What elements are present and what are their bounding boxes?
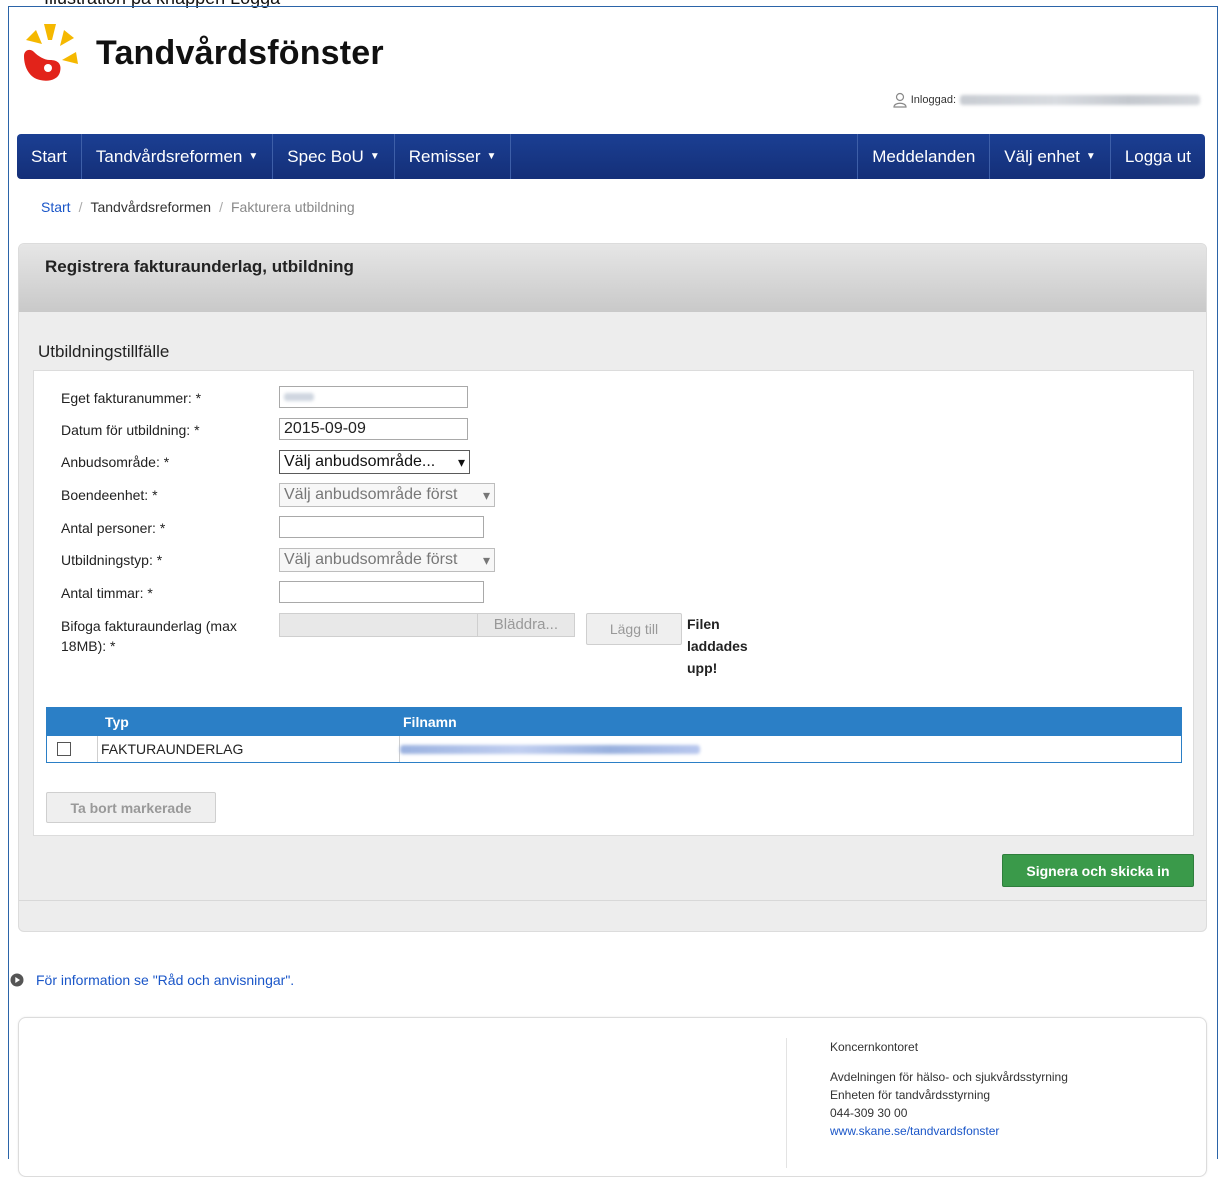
housing-select[interactable]: Välj anbudsområde först ▾	[279, 483, 495, 507]
area-label: Anbudsområde: *	[61, 454, 170, 470]
nav-spacer	[511, 134, 859, 179]
browse-button[interactable]: Bläddra...	[476, 614, 574, 636]
caret-down-icon: ▼	[1085, 151, 1096, 162]
nav-start-label: Start	[31, 146, 67, 166]
breadcrumb-start-link[interactable]: Start	[41, 199, 71, 215]
housing-label: Boendeenhet: *	[61, 487, 158, 503]
hours-label: Antal timmar: *	[61, 585, 153, 601]
footer-line2: Enheten för tandvårdsstyrning	[830, 1088, 991, 1102]
info-link[interactable]: För information se "Råd och anvisningar"…	[36, 972, 294, 988]
nav-logga-ut-label: Logga ut	[1124, 146, 1191, 166]
nav-logga-ut[interactable]: Logga ut	[1111, 134, 1205, 179]
footer-line1: Avdelningen för hälso- och sjukvårdsstyr…	[830, 1070, 1068, 1084]
nav-meddelanden-label: Meddelanden	[872, 146, 976, 166]
logged-in-label: Inloggad:	[910, 94, 956, 106]
breadcrumb: Start / Tandvårdsreformen / Fakturera ut…	[41, 199, 355, 215]
nav-valj-enhet-label: Välj enhet	[1004, 146, 1080, 166]
footer-link[interactable]: www.skane.se/tandvardsfonster	[830, 1122, 1068, 1140]
logged-in-info: Inloggad:	[893, 92, 1200, 108]
nav-remisser-label: Remisser	[408, 146, 481, 166]
footer-divider	[786, 1038, 787, 1168]
caret-down-icon: ▼	[369, 151, 380, 162]
housing-select-value: Välj anbudsområde först	[284, 486, 458, 503]
invoice-panel: Registrera fakturaunderlag, utbildning U…	[18, 243, 1207, 932]
file-table-col-type: Typ	[105, 714, 129, 730]
nav-meddelanden[interactable]: Meddelanden	[858, 134, 991, 179]
logged-in-user-redacted	[960, 95, 1200, 105]
upload-message: Filen laddades upp!	[687, 616, 748, 676]
persons-label: Antal personer: *	[61, 520, 166, 536]
file-table-col-filename: Filnamn	[403, 714, 457, 730]
breadcrumb-separator: /	[78, 199, 83, 215]
footer-contact: Koncernkontoret Avdelningen för hälso- o…	[830, 1038, 1068, 1140]
play-circle-icon	[10, 973, 24, 987]
add-file-button[interactable]: Lägg till	[586, 613, 682, 645]
row-filename-cell	[399, 736, 700, 762]
file-table-header: Typ Filnamn	[47, 708, 1181, 736]
nav-valj-enhet[interactable]: Välj enhet ▼	[990, 134, 1111, 179]
table-row: FAKTURAUNDERLAG	[47, 736, 1181, 762]
area-select-value: Välj anbudsområde...	[284, 453, 436, 470]
chevron-down-icon: ▾	[482, 487, 490, 503]
section-title: Utbildningstillfälle	[38, 342, 170, 361]
row-checkbox[interactable]	[57, 742, 71, 756]
training-type-label: Utbildningstyp: *	[61, 552, 163, 568]
nav-tandvardsreformen-label: Tandvårdsreformen	[95, 146, 243, 166]
invoice-number-label: Eget fakturanummer: *	[61, 390, 202, 406]
nav-remisser[interactable]: Remisser ▼	[395, 134, 512, 179]
caret-down-icon: ▼	[248, 151, 259, 162]
remove-marked-button[interactable]: Ta bort markerade	[46, 792, 216, 823]
training-type-select[interactable]: Välj anbudsområde först ▾	[279, 548, 495, 572]
footer: Koncernkontoret Avdelningen för hälso- o…	[18, 1017, 1207, 1177]
hours-input[interactable]	[279, 581, 484, 603]
file-input[interactable]: Bläddra...	[279, 613, 575, 637]
area-select[interactable]: Välj anbudsområde... ▾	[279, 450, 470, 474]
nav-spec-bou-label: Spec BoU	[287, 146, 364, 166]
row-type: FAKTURAUNDERLAG	[97, 736, 399, 762]
info-link-row[interactable]: För information se "Råd och anvisningar"…	[10, 972, 294, 988]
breadcrumb-section[interactable]: Tandvårdsreformen	[90, 199, 211, 215]
form-box: Eget fakturanummer: * Datum för utbildni…	[33, 370, 1194, 836]
breadcrumb-current: Fakturera utbildning	[230, 199, 355, 215]
invoice-number-input[interactable]	[279, 386, 468, 408]
main-navbar: Start Tandvårdsreformen ▼ Spec BoU ▼ Remis…	[17, 134, 1205, 179]
breadcrumb-separator: /	[219, 199, 223, 215]
panel-title: Registrera fakturaunderlag, utbildning	[19, 244, 1206, 312]
persons-input[interactable]	[279, 516, 484, 538]
nav-spec-bou[interactable]: Spec BoU ▼	[273, 134, 395, 179]
header-logo-row: Tandvårdsfönster	[18, 22, 384, 84]
brand-title: Tandvårdsfönster	[96, 33, 384, 72]
panel-divider	[19, 900, 1206, 901]
tandvardsfonster-logo-icon	[24, 24, 78, 81]
attach-label: Bifoga fakturaunderlag (max 18MB): *	[61, 618, 237, 654]
date-input[interactable]: 2015-09-09	[279, 418, 468, 440]
date-label: Datum för utbildning: *	[61, 422, 200, 438]
row-filename-link-redacted[interactable]	[400, 744, 700, 754]
footer-title: Koncernkontoret	[830, 1040, 919, 1054]
user-icon	[893, 92, 907, 108]
sign-and-submit-button[interactable]: Signera och skicka in	[1002, 854, 1194, 887]
row-checkbox-cell	[57, 736, 71, 762]
caret-down-icon: ▼	[486, 151, 497, 162]
training-type-select-value: Välj anbudsområde först	[284, 551, 458, 568]
chevron-down-icon: ▾	[482, 552, 490, 568]
nav-start[interactable]: Start	[17, 134, 82, 179]
nav-tandvardsreformen[interactable]: Tandvårdsreformen ▼	[82, 134, 274, 179]
chevron-down-icon: ▾	[457, 454, 465, 470]
footer-phone: 044-309 30 00	[830, 1106, 908, 1120]
file-table: Typ Filnamn FAKTURAUNDERLAG	[46, 707, 1182, 763]
